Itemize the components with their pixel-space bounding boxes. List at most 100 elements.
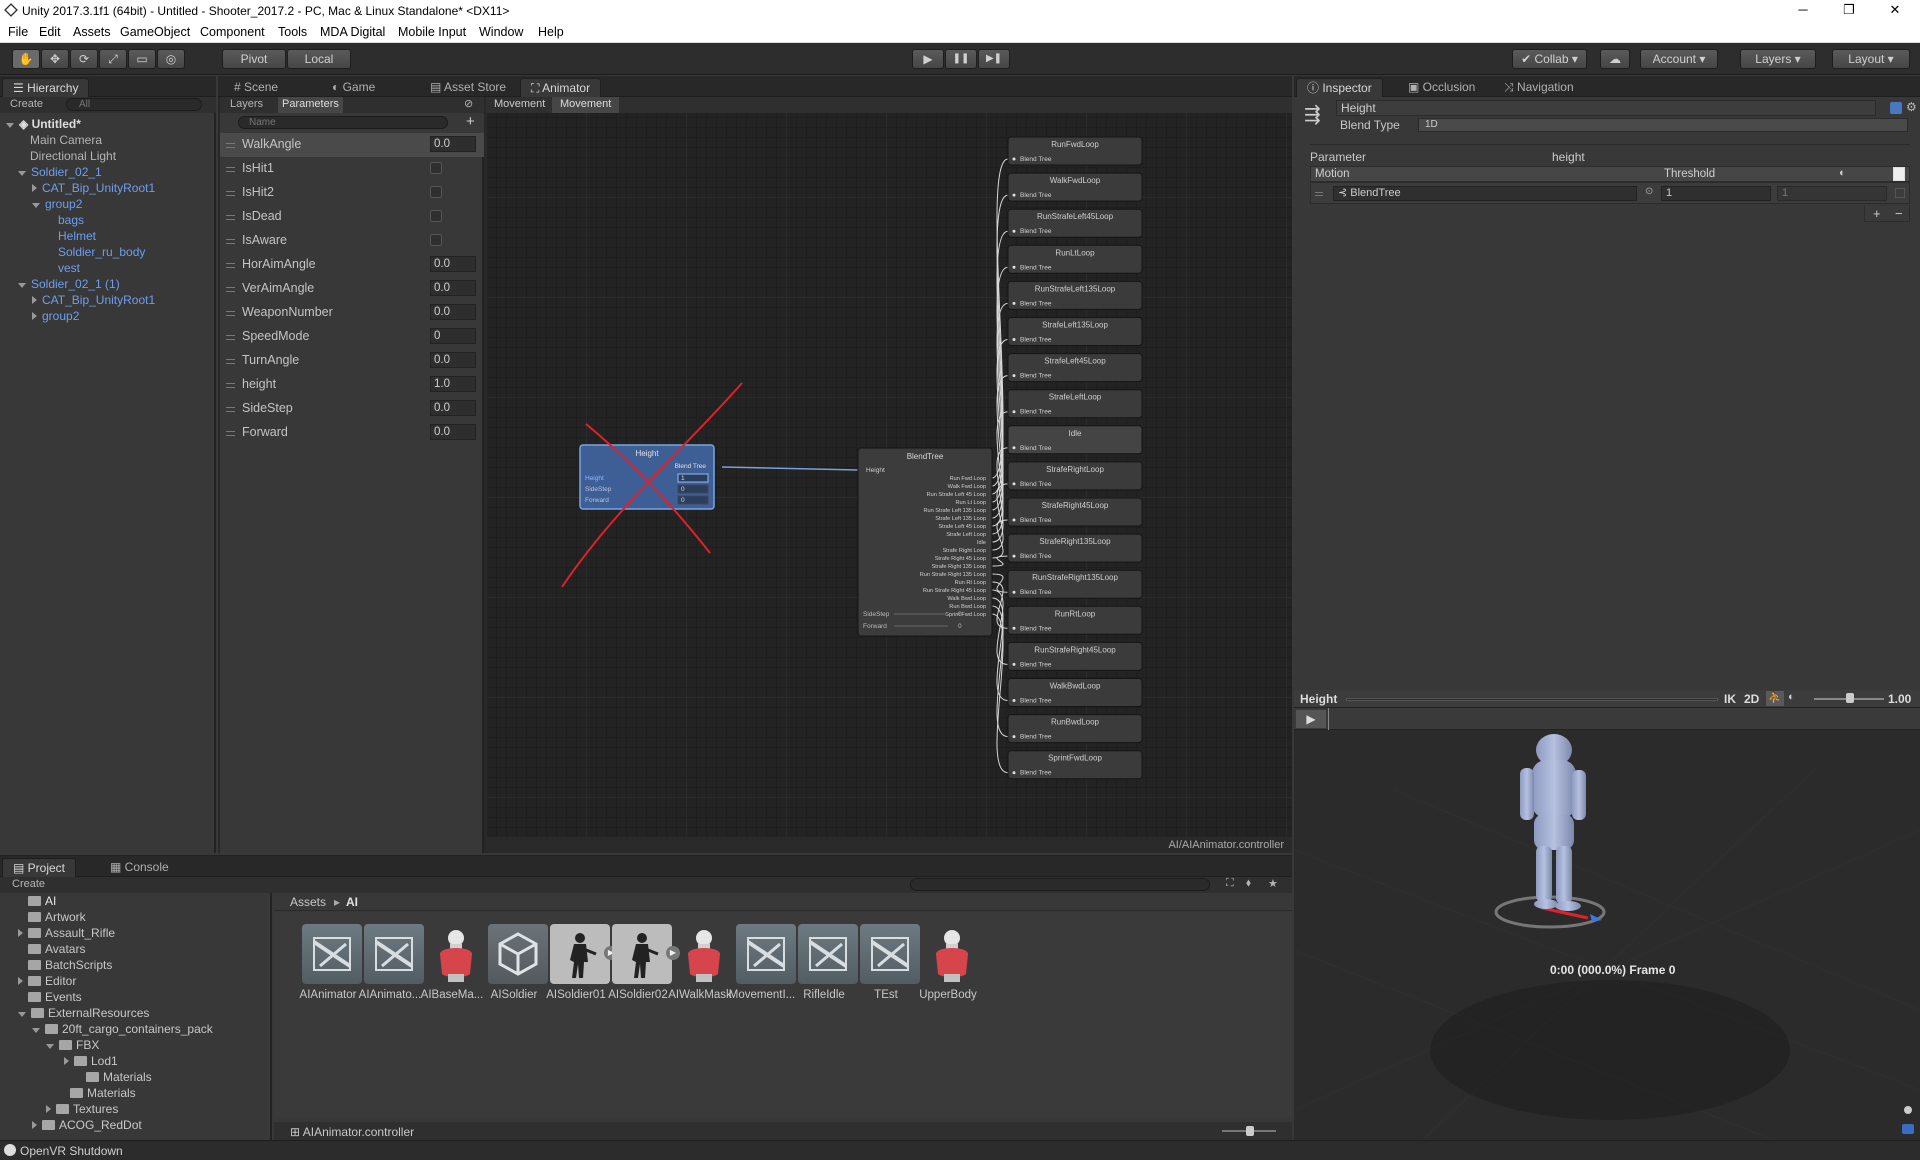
project-create-button[interactable]: Create [12, 878, 45, 890]
blend-leaf-node[interactable]: StrafeLeft45Loop Blend Tree [1007, 353, 1143, 383]
preview-drag-bar[interactable] [1346, 698, 1718, 701]
tab-navigation[interactable]: ⤨ Navigation [1494, 78, 1584, 97]
blend-leaf-node[interactable]: WalkBwdLoop Blend Tree [1007, 678, 1143, 707]
pivot-toggle[interactable]: Pivot [222, 49, 286, 69]
parameter-value-field[interactable]: 1.0 [430, 376, 476, 392]
chevron-right-icon[interactable] [46, 1105, 51, 1113]
hierarchy-item[interactable]: Soldier_02_1 [18, 164, 102, 180]
parameter-value-field[interactable]: 0.0 [430, 280, 476, 296]
parameter-checkbox[interactable] [430, 210, 442, 222]
menu-file[interactable]: File [8, 25, 28, 39]
tab-occlusion[interactable]: ▣ Occlusion [1398, 78, 1485, 97]
mirror-toggle[interactable] [1893, 167, 1905, 181]
input-port[interactable] [1012, 410, 1016, 414]
hierarchy-search-input[interactable] [66, 98, 202, 111]
project-folder[interactable]: 20ft_cargo_containers_pack [32, 1021, 213, 1037]
parameter-row[interactable]: SideStep 0.0 [220, 397, 484, 421]
input-port[interactable] [1012, 338, 1016, 341]
blend-leaf-node[interactable]: RunStrafeRight45Loop Blend Tree [1007, 641, 1143, 671]
minimize-button[interactable]: ─ [1780, 0, 1826, 22]
node-name-field[interactable]: Height [1336, 100, 1876, 116]
cloud-icon[interactable]: ☁ [1600, 49, 1630, 69]
drag-handle-icon[interactable] [1315, 192, 1323, 196]
input-port[interactable] [1012, 735, 1016, 739]
project-folder[interactable]: Materials [76, 1069, 152, 1085]
blend-leaf-node[interactable]: Idle Blend Tree [1007, 425, 1143, 455]
chevron-right-icon[interactable] [18, 929, 23, 937]
tab-project[interactable]: ▤ Project [2, 858, 77, 877]
parameter-value-field[interactable]: 0.0 [430, 424, 476, 440]
menu-mobile-input[interactable]: Mobile Input [398, 25, 466, 39]
hierarchy-item[interactable]: group2 [32, 308, 79, 324]
threshold-field[interactable]: 1 [1661, 186, 1771, 201]
drag-handle-icon[interactable] [226, 239, 235, 244]
parameter-row[interactable]: Forward 0.0 [220, 421, 484, 445]
layout-dropdown[interactable]: Layout ▾ [1832, 49, 1910, 69]
chevron-down-icon[interactable] [32, 1028, 40, 1033]
input-port[interactable] [1012, 590, 1016, 594]
input-port[interactable] [1012, 518, 1016, 522]
input-port[interactable] [1012, 157, 1016, 161]
parameter-row[interactable]: SpeedMode 0 [220, 325, 484, 349]
parameter-row[interactable]: VerAimAngle 0.0 [220, 277, 484, 301]
blendtree-node[interactable]: BlendTree Height Run Fwd Loop Walk Fwd Loop… [857, 447, 993, 637]
input-port[interactable] [1012, 374, 1016, 378]
blend-leaf-node[interactable]: RunStrafeLeft135Loop Blend Tree [1007, 280, 1143, 310]
hierarchy-item[interactable]: Directional Light [30, 148, 116, 164]
tab-layers[interactable]: Layers [230, 98, 263, 110]
maximize-button[interactable]: ❐ [1826, 0, 1872, 22]
settings-gear-icon[interactable]: ⚙ [1906, 100, 1917, 114]
drag-handle-icon[interactable] [226, 431, 235, 436]
hierarchy-item[interactable]: CAT_Bip_UnityRoot1 [32, 292, 155, 308]
hierarchy-item[interactable]: group2 [32, 196, 82, 212]
hierarchy-item[interactable]: bags [58, 212, 84, 228]
transform-tool-icon[interactable]: ◎ [157, 49, 185, 69]
height-blend-node[interactable]: Height Blend Tree Height 1 SideStep 0 Forward 0 [579, 444, 715, 510]
pause-button[interactable]: ❚❚ [945, 49, 977, 69]
rotate-tool-icon[interactable]: ⟳ [70, 49, 98, 69]
2d-toggle[interactable]: 2D [1744, 692, 1759, 706]
animator-graph[interactable]: Movement Movement RunFwdLoop Blend Tree Wa… [486, 97, 1292, 837]
drag-handle-icon[interactable] [226, 263, 235, 268]
breadcrumb-ai[interactable]: AI [346, 895, 358, 909]
input-port[interactable] [1012, 265, 1016, 269]
blend-leaf-node[interactable]: RunStrafeRight135Loop Blend Tree [1007, 569, 1143, 599]
input-port[interactable] [1012, 771, 1016, 775]
tab-animator[interactable]: ⛶ Animator [520, 78, 602, 97]
menu-component[interactable]: Component [200, 25, 265, 39]
blend-leaf-node[interactable]: StrafeRight135Loop Blend Tree [1007, 533, 1143, 563]
asset-item[interactable]: ▶ AISoldier01 [544, 924, 618, 1001]
preview-viewport[interactable]: 0:00 (000.0%) Frame 0 [1294, 730, 1920, 1148]
asset-item[interactable]: ▶ AISoldier02 [606, 924, 680, 1001]
drag-handle-icon[interactable] [226, 383, 235, 388]
blend-leaf-node[interactable]: RunStrafeLeft45Loop Blend Tree [1007, 208, 1143, 238]
chevron-down-icon[interactable] [18, 1012, 26, 1017]
asset-item[interactable]: AIAnimator [296, 924, 362, 1001]
status-message[interactable]: OpenVR Shutdown [20, 1144, 123, 1158]
project-folder[interactable]: BatchScripts [18, 957, 112, 973]
menu-tools[interactable]: Tools [278, 25, 307, 39]
help-book-icon[interactable] [1890, 102, 1902, 114]
project-folder[interactable]: FBX [46, 1037, 99, 1053]
breadcrumb-assets[interactable]: Assets [290, 895, 326, 909]
parameter-row[interactable]: IsHit1 [220, 157, 484, 181]
input-port[interactable] [1012, 229, 1016, 233]
asset-item[interactable]: AIWalkMask [668, 924, 732, 1001]
speed-slider-thumb[interactable] [1846, 693, 1854, 703]
collab-dropdown[interactable]: ✔ Collab ▾ [1512, 49, 1587, 69]
input-port[interactable] [1012, 626, 1016, 630]
preview-play-button[interactable]: ▶ [1296, 710, 1326, 728]
parameter-row[interactable]: IsDead [220, 205, 484, 229]
icon-size-thumb[interactable] [1246, 1126, 1254, 1136]
project-folder[interactable]: AI [18, 893, 56, 909]
project-folder[interactable]: Editor [18, 973, 76, 989]
scale-tool-icon[interactable]: ⤢ [99, 49, 127, 69]
chevron-right-icon[interactable] [64, 1057, 69, 1065]
hierarchy-create-button[interactable]: Create [10, 98, 43, 110]
layers-dropdown[interactable]: Layers ▾ [1740, 49, 1816, 69]
asset-item[interactable]: RifleIdle [792, 924, 858, 1001]
parameter-row[interactable]: WeaponNumber 0.0 [220, 301, 484, 325]
parameter-checkbox[interactable] [430, 162, 442, 174]
input-port[interactable] [1012, 699, 1016, 702]
project-folder[interactable]: Assault_Rifle [18, 925, 115, 941]
